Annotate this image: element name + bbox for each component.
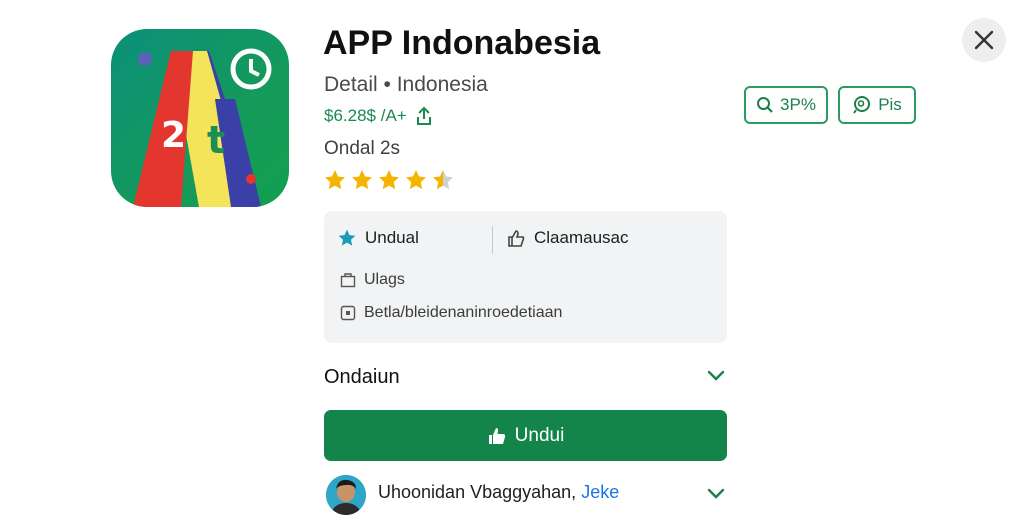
app-icon: 2 t: [111, 29, 289, 207]
info-item-claamausac[interactable]: Claamausac: [506, 228, 629, 248]
app-price: $6.28$ /A+: [324, 106, 433, 126]
zoom-icon: [757, 97, 773, 113]
star-icon: [406, 170, 426, 190]
chip-label: Pis: [878, 95, 902, 114]
price-text: $6.28$ /A+: [324, 106, 407, 125]
rating-stars: [322, 168, 456, 192]
star-icon: [338, 229, 356, 246]
info-label: Claamausac: [534, 228, 629, 247]
zoom-chip-button[interactable]: 3P%: [744, 86, 828, 124]
app-title: APP Indonabesia: [323, 24, 601, 62]
star-icon: [379, 170, 399, 190]
section-title[interactable]: Ondaiun: [324, 366, 400, 389]
info-card: Undual Claamausac Ulags Betla/bleidenani…: [324, 211, 727, 343]
info-item-undual[interactable]: Undual: [337, 228, 419, 248]
reviewer-name: Uhoonidan Vbaggyahan,: [378, 482, 577, 502]
divider: [492, 226, 493, 254]
chat-search-chip-button[interactable]: Pis: [838, 86, 916, 124]
chevron-down-icon[interactable]: [707, 368, 725, 382]
svg-text:t: t: [207, 118, 225, 162]
review-link[interactable]: Jeke: [581, 482, 619, 502]
star-icon: [352, 170, 372, 190]
chat-search-icon: [853, 96, 871, 114]
chevron-down-icon[interactable]: [707, 486, 725, 500]
chip-label: 3P%: [780, 95, 816, 114]
svg-text:2: 2: [161, 115, 186, 156]
download-label: Undui: [514, 424, 565, 446]
review-text: Uhoonidan Vbaggyahan, Jeke: [378, 482, 619, 503]
info-item-ulags[interactable]: Ulags: [340, 271, 405, 289]
info-label: Betla/bleidenaninroedetiaan: [364, 304, 563, 321]
square-icon: [340, 305, 356, 321]
download-button[interactable]: Undui: [324, 410, 727, 461]
share-icon[interactable]: [415, 106, 433, 126]
star-icon: [325, 170, 345, 190]
info-item-details[interactable]: Betla/bleidenaninroedetiaan: [340, 304, 562, 322]
half-star-icon: [433, 170, 453, 190]
close-button[interactable]: [962, 18, 1006, 62]
close-icon: [974, 30, 994, 50]
avatar: [326, 475, 366, 515]
info-label: Ulags: [364, 271, 405, 288]
downloads-text: Ondal 2s: [324, 138, 401, 159]
info-label: Undual: [365, 228, 419, 247]
bag-icon: [340, 273, 356, 288]
review-row: Uhoonidan Vbaggyahan, Jeke: [324, 474, 727, 515]
thumb-icon: [508, 230, 525, 247]
app-subtitle: Detail • Indonesia: [324, 73, 488, 96]
thumbs-up-icon: [488, 427, 505, 444]
